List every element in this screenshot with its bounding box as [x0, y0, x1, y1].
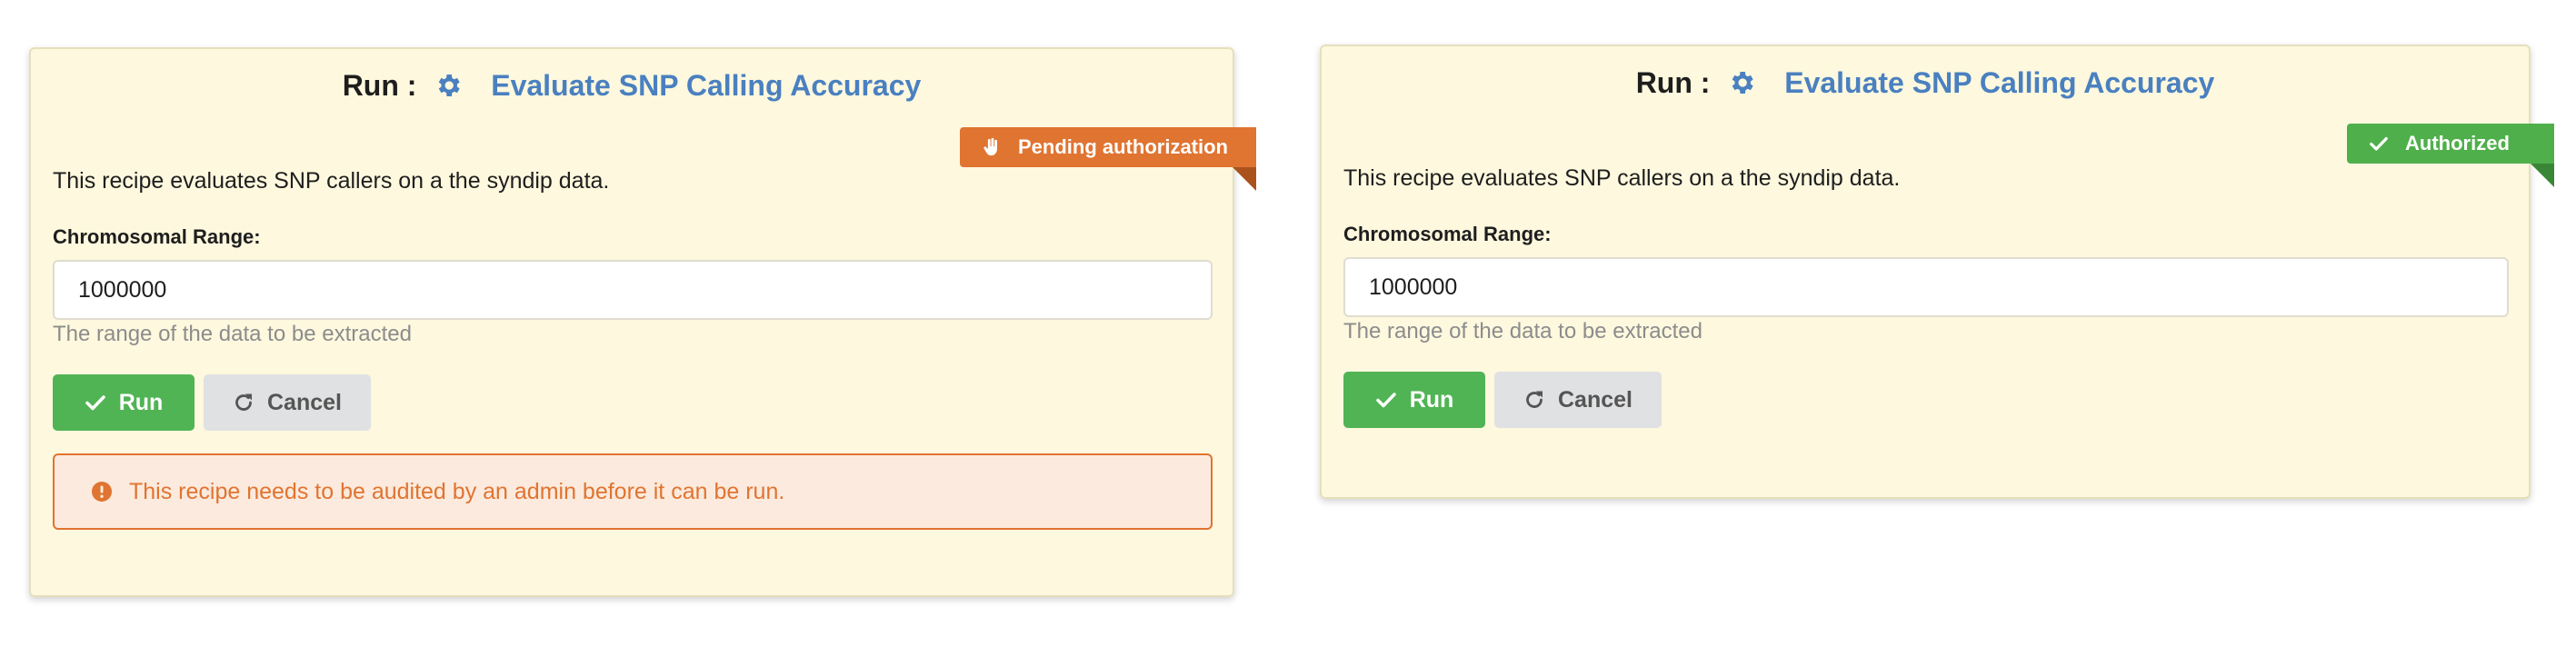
authorized-badge: Authorized: [2347, 124, 2554, 187]
check-icon: [1375, 393, 1396, 408]
run-button-label: Run: [1409, 386, 1454, 413]
audit-warning-alert: This recipe needs to be audited by an ad…: [53, 453, 1213, 530]
recipe-name-link[interactable]: Evaluate SNP Calling Accuracy: [491, 69, 921, 102]
run-button-label: Run: [118, 389, 164, 415]
badge-label: Authorized: [2405, 132, 2510, 154]
chromosomal-range-input[interactable]: [1343, 257, 2509, 317]
gear-icon: [1732, 72, 1753, 94]
run-prefix-label: Run :: [1635, 66, 1711, 99]
cancel-button-label: Cancel: [267, 389, 342, 415]
card-title: Run : Evaluate SNP Calling Accuracy: [1322, 66, 2529, 100]
badge-label: Pending authorization: [1018, 135, 1228, 158]
redo-icon: [1526, 391, 1543, 408]
cancel-button[interactable]: Cancel: [1494, 372, 1662, 428]
chromosomal-range-help: The range of the data to be extracted: [53, 322, 412, 346]
chromosomal-range-input[interactable]: [53, 260, 1213, 320]
redo-icon: [235, 393, 252, 411]
hand-icon: [983, 137, 997, 156]
cancel-button[interactable]: Cancel: [204, 374, 371, 431]
recipe-run-card-pending: Run : Evaluate SNP Calling Accuracy Pend…: [29, 47, 1256, 597]
cancel-button-label: Cancel: [1558, 386, 1632, 413]
chromosomal-range-label: Chromosomal Range:: [53, 225, 261, 248]
chromosomal-range-label: Chromosomal Range:: [1343, 223, 1552, 245]
run-button[interactable]: Run: [1343, 372, 1485, 428]
chromosomal-range-help: The range of the data to be extracted: [1343, 319, 1702, 343]
pending-authorization-badge: Pending authorization: [960, 127, 1256, 191]
ribbon-fold: [1233, 167, 1256, 191]
recipe-name-link[interactable]: Evaluate SNP Calling Accuracy: [1784, 66, 2214, 99]
check-icon: [85, 395, 105, 411]
run-button[interactable]: Run: [53, 374, 195, 431]
alert-text: This recipe needs to be audited by an ad…: [129, 478, 785, 504]
card-title: Run : Evaluate SNP Calling Accuracy: [31, 69, 1233, 103]
recipe-description: This recipe evaluates SNP callers on a t…: [1343, 165, 1901, 191]
recipe-run-card-authorized: Run : Evaluate SNP Calling Accuracy Auth…: [1320, 45, 2554, 499]
check-icon: [2370, 136, 2388, 151]
exclamation-circle-icon: [92, 482, 112, 502]
gear-icon: [439, 75, 460, 96]
run-prefix-label: Run :: [342, 69, 417, 102]
ribbon-fold: [2531, 164, 2554, 187]
recipe-description: This recipe evaluates SNP callers on a t…: [53, 168, 610, 194]
